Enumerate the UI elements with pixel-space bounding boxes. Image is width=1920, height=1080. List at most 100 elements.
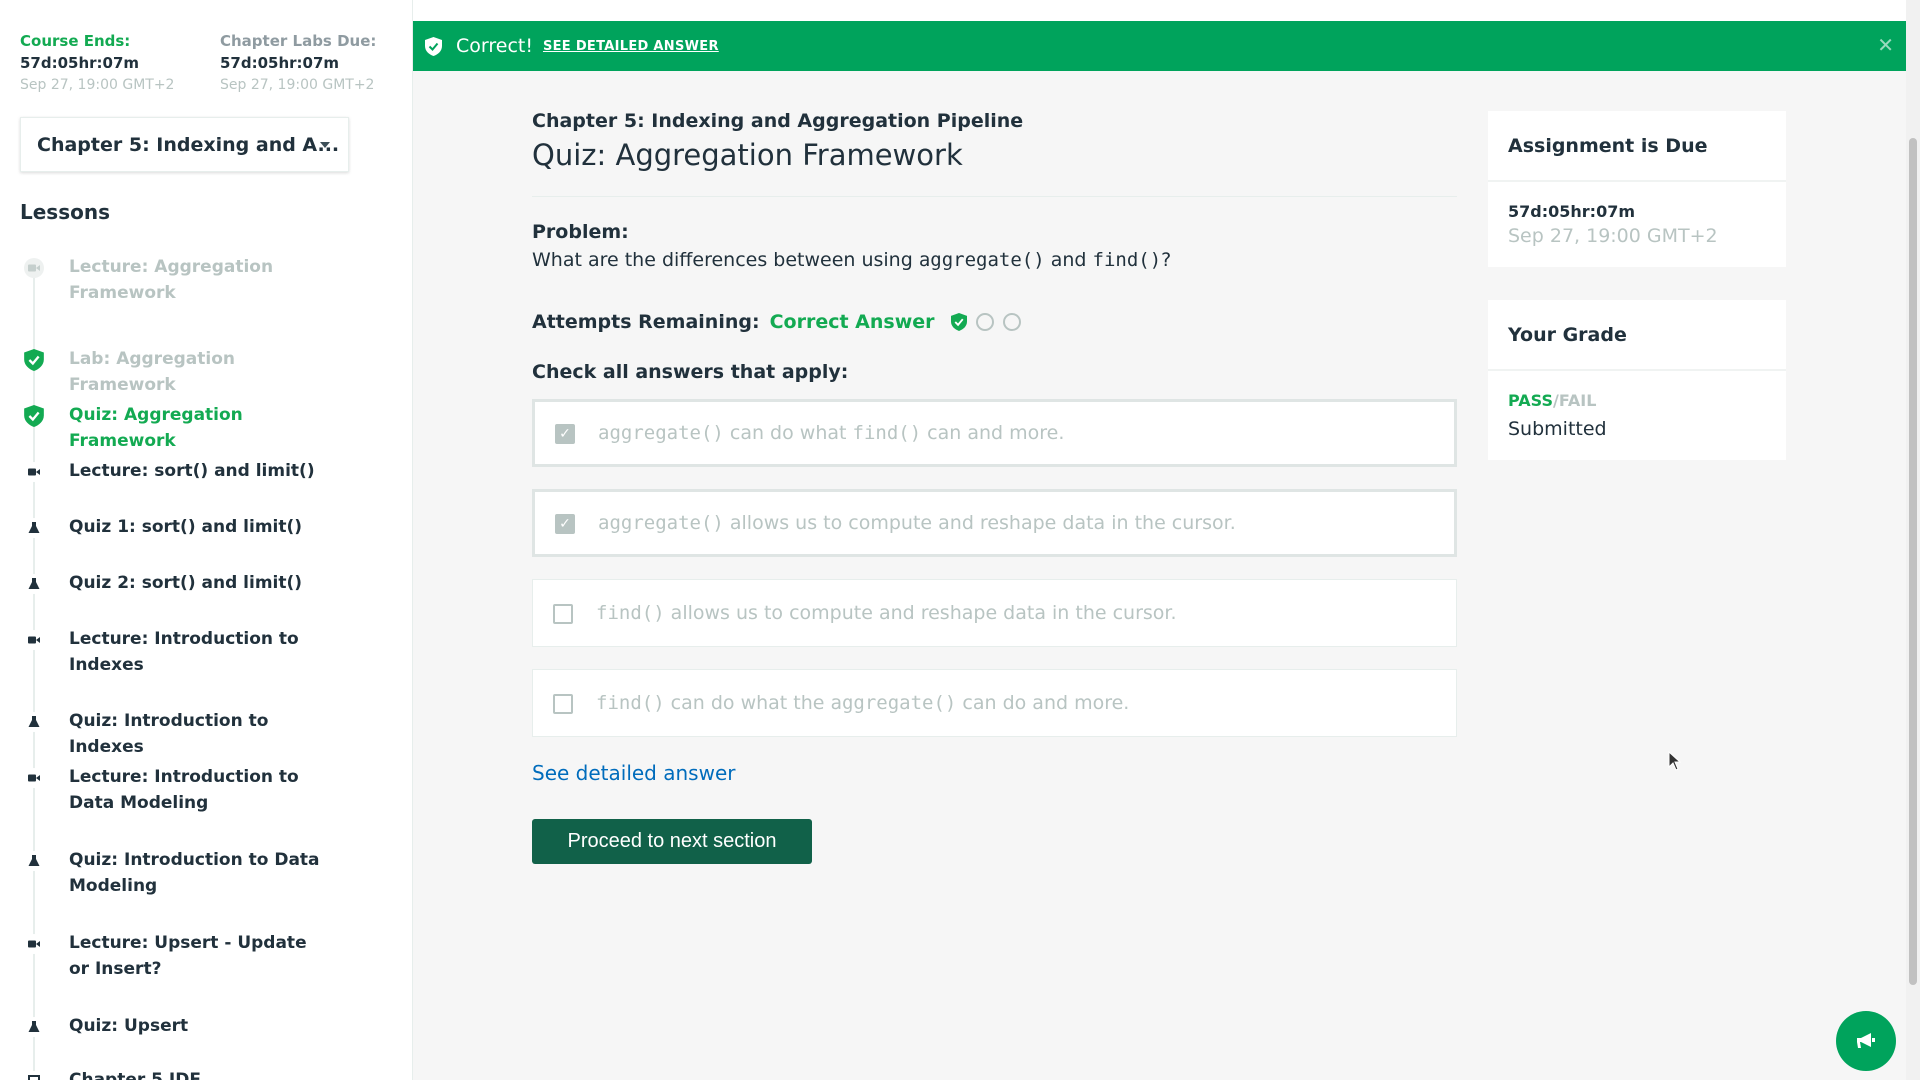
megaphone-icon — [1857, 1033, 1875, 1048]
lesson-label: Lecture: Introduction to Indexes — [69, 629, 299, 675]
option-text: can do and more. — [956, 692, 1130, 714]
lesson-label: Chapter 5 IDE — [69, 1070, 201, 1080]
answer-option[interactable]: find() allows us to compute and reshape … — [532, 579, 1457, 647]
grade-status: Submitted — [1508, 418, 1607, 440]
scrollbar-thumb[interactable] — [1909, 138, 1917, 985]
lesson-item[interactable]: Lecture: sort() and limit() — [20, 458, 320, 484]
checkbox-checked-icon[interactable]: ✓ — [555, 424, 575, 444]
shield-check-icon — [22, 404, 46, 428]
lesson-item[interactable]: Chapter 5 IDE — [20, 1067, 320, 1080]
grade-card: Your Grade PASS/FAIL Submitted — [1488, 300, 1786, 460]
lesson-label: Quiz 1: sort() and limit() — [69, 517, 303, 537]
shield-check-icon — [425, 36, 442, 56]
lesson-item[interactable]: Lecture: Upsert - Update or Insert? — [20, 930, 320, 982]
lesson-label: Lecture: Aggregation Framework — [69, 257, 274, 303]
lesson-label: Quiz 2: sort() and limit() — [69, 573, 303, 593]
lesson-item[interactable]: Quiz 2: sort() and limit() — [20, 570, 320, 596]
checkbox-checked-icon[interactable]: ✓ — [555, 514, 575, 534]
option-code: aggregate() — [598, 422, 724, 444]
banner-answer-link[interactable]: SEE DETAILED ANSWER — [543, 39, 719, 54]
video-icon — [22, 766, 46, 790]
due-card: Assignment is Due 57d:05hr:07m Sep 27, 1… — [1488, 111, 1786, 267]
labs-due-time: 57d:05hr:07m — [220, 54, 340, 72]
close-icon[interactable]: ✕ — [1877, 33, 1894, 57]
labs-due-label: Chapter Labs Due: — [220, 32, 377, 50]
video-icon — [22, 256, 46, 280]
problem-mid: and — [1044, 249, 1093, 271]
option-code: aggregate() — [598, 512, 724, 534]
problem-code-find: find() — [1092, 249, 1162, 271]
option-text: can and more. — [921, 422, 1065, 444]
attempt-indicators — [950, 313, 1021, 331]
lesson-label: Lecture: Introduction to Data Modeling — [69, 767, 299, 813]
see-detailed-answer-link[interactable]: See detailed answer — [532, 761, 735, 785]
flask-icon — [22, 710, 46, 734]
mouse-cursor-icon — [1668, 751, 1682, 771]
grade-card-body: PASS/FAIL Submitted — [1488, 371, 1786, 460]
chapter-select[interactable]: Chapter 5: Indexing and A... — [20, 117, 349, 172]
due-time: 57d:05hr:07m — [1508, 202, 1635, 221]
checkbox-icon[interactable] — [553, 694, 573, 714]
lesson-item[interactable]: Quiz: Introduction to Data Modeling — [20, 847, 320, 899]
grade-fail: /FAIL — [1552, 391, 1597, 410]
attempts-status: Correct Answer — [769, 311, 935, 333]
lesson-item[interactable]: Lab: Aggregation Framework — [20, 346, 320, 398]
checkbox-icon[interactable] — [553, 604, 573, 624]
answer-option[interactable]: find() can do what the aggregate() can d… — [532, 669, 1457, 737]
problem-pre: What are the differences between using — [532, 249, 919, 271]
video-icon — [22, 460, 46, 484]
lesson-item[interactable]: Quiz: Upsert — [20, 1013, 320, 1039]
quiz-content: Chapter 5: Indexing and Aggregation Pipe… — [532, 110, 1457, 864]
video-icon — [22, 932, 46, 956]
option-text: allows us to compute and reshape data in… — [664, 602, 1177, 624]
divider — [532, 196, 1457, 197]
attempt-empty-icon — [975, 313, 994, 331]
option-text: can do what — [723, 422, 853, 444]
answer-option[interactable]: ✓ aggregate() allows us to compute and re… — [532, 489, 1457, 557]
problem-code-aggregate: aggregate() — [918, 249, 1045, 271]
attempt-empty-icon — [1002, 313, 1021, 331]
page-title: Quiz: Aggregation Framework — [532, 138, 963, 172]
answer-options: ✓ aggregate() can do what find() can and … — [532, 399, 1457, 737]
lesson-item[interactable]: Quiz: Aggregation Framework — [20, 402, 320, 454]
due-card-title: Assignment is Due — [1488, 111, 1786, 182]
scrollbar[interactable] — [1906, 0, 1920, 1080]
video-icon — [22, 628, 46, 652]
announcement-button[interactable] — [1836, 1011, 1896, 1071]
lesson-label: Lab: Aggregation Framework — [69, 349, 235, 395]
option-code: find() — [596, 602, 665, 624]
topbar — [413, 0, 1906, 21]
caret-down-icon — [320, 142, 330, 148]
deadlines: Course Ends: 57d:05hr:07m Sep 27, 19:00 … — [20, 30, 390, 96]
chapter-select-label: Chapter 5: Indexing and A... — [37, 133, 340, 156]
problem-label: Problem: — [532, 221, 629, 243]
course-ends-date: Sep 27, 19:00 GMT+2 — [20, 77, 175, 93]
labs-due: Chapter Labs Due: 57d:05hr:07m Sep 27, 1… — [220, 30, 390, 96]
proceed-next-button[interactable]: Proceed to next section — [532, 819, 812, 864]
lesson-item[interactable]: Quiz 1: sort() and limit() — [20, 514, 320, 540]
attempts-row: Attempts Remaining: Correct Answer — [532, 311, 1457, 333]
lesson-item[interactable]: Lecture: Introduction to Data Modeling — [20, 764, 320, 816]
option-text: can do what the — [664, 692, 831, 714]
grade-pass: PASS — [1508, 391, 1553, 410]
terminal-icon — [22, 1069, 46, 1080]
success-banner: Correct! SEE DETAILED ANSWER ✕ — [413, 21, 1906, 71]
grade-card-title: Your Grade — [1488, 300, 1786, 371]
answer-option[interactable]: ✓ aggregate() can do what find() can and … — [532, 399, 1457, 467]
course-ends-label: Course Ends: — [20, 32, 131, 50]
banner-text: Correct! — [456, 35, 533, 57]
lesson-item[interactable]: Quiz: Introduction to Indexes — [20, 708, 320, 760]
lesson-item[interactable]: Lecture: Introduction to Indexes — [20, 626, 320, 678]
lesson-label: Quiz: Upsert — [69, 1016, 189, 1036]
lesson-item[interactable]: Lecture: Aggregation Framework — [20, 254, 320, 306]
due-card-body: 57d:05hr:07m Sep 27, 19:00 GMT+2 — [1488, 182, 1786, 267]
shield-check-icon — [950, 313, 967, 331]
flask-icon — [22, 1015, 46, 1039]
lessons-title: Lessons — [20, 200, 110, 224]
lesson-label: Quiz: Introduction to Indexes — [69, 711, 269, 757]
option-code: aggregate() — [830, 692, 957, 714]
check-label: Check all answers that apply: — [532, 361, 849, 383]
attempts-label: Attempts Remaining: — [532, 311, 760, 333]
lesson-label: Quiz: Aggregation Framework — [69, 405, 243, 451]
flask-icon — [22, 572, 46, 596]
